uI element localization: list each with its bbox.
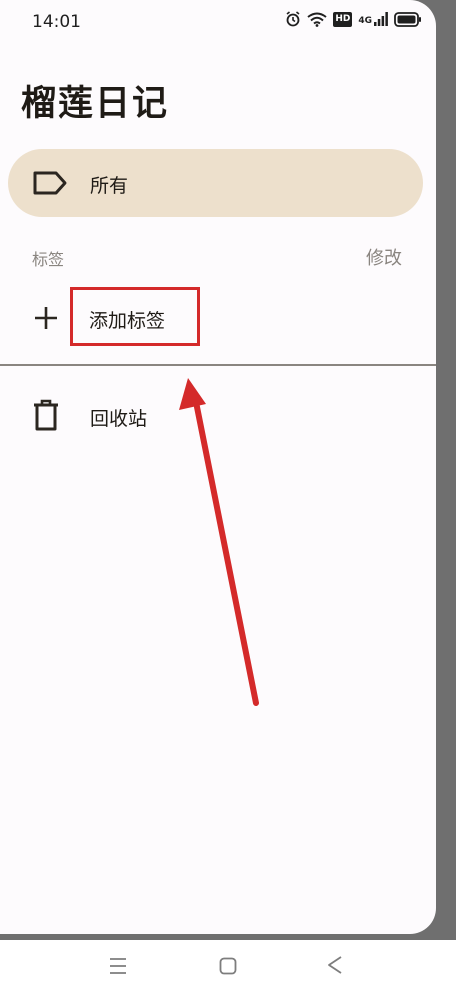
home-icon[interactable] xyxy=(219,957,237,975)
drawer-divider xyxy=(0,364,436,366)
app-title: 榴莲日记 xyxy=(21,84,170,124)
back-icon[interactable] xyxy=(326,955,344,975)
trash-icon xyxy=(34,399,58,431)
drawer-item-trash[interactable]: 回收站 xyxy=(8,385,423,443)
tags-section-label: 标签 xyxy=(32,250,65,269)
tags-section-header: 标签 修改 xyxy=(32,244,402,270)
network-type-label: 4G xyxy=(358,16,372,26)
drawer-item-trash-label: 回收站 xyxy=(90,408,148,430)
battery-icon xyxy=(394,11,421,27)
drawer-item-all[interactable]: 所有 xyxy=(8,149,423,217)
navigation-drawer: 14:01 HD 4G 榴莲日记 所有 标签 修改 添加标签 回收站 xyxy=(0,0,436,934)
plus-icon xyxy=(35,307,57,329)
annotation-highlight-box xyxy=(70,287,200,346)
hd-badge: HD xyxy=(333,11,353,27)
menu-icon[interactable] xyxy=(108,957,128,975)
system-nav-bar xyxy=(0,940,456,993)
drawer-item-all-label: 所有 xyxy=(90,175,129,197)
status-icons: HD 4G xyxy=(285,11,422,27)
status-bar: 14:01 HD 4G xyxy=(0,0,436,44)
alarm-icon xyxy=(286,11,300,27)
signal-4g-icon: 4G xyxy=(358,12,388,26)
status-time: 14:01 xyxy=(32,12,81,32)
edit-tags-button[interactable]: 修改 xyxy=(366,244,402,270)
tag-icon xyxy=(33,171,67,195)
wifi-icon xyxy=(307,12,327,27)
